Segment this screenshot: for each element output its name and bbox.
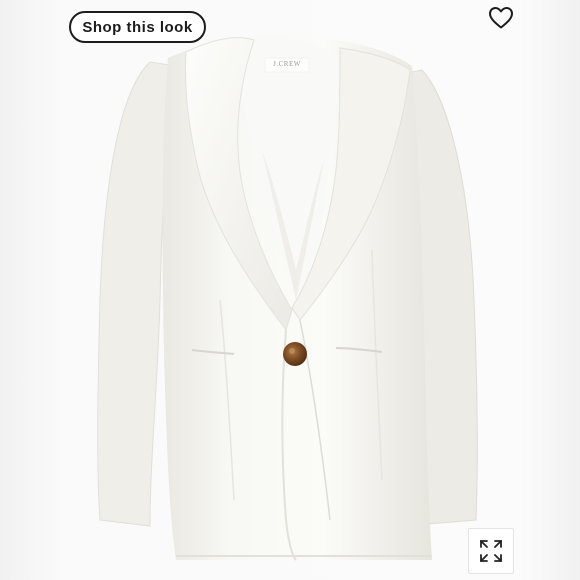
shop-this-look-button[interactable]: Shop this look: [69, 11, 206, 43]
product-image-area: J.CREW: [0, 0, 580, 580]
shop-this-look-label: Shop this look: [82, 18, 193, 36]
expand-image-button[interactable]: [468, 528, 514, 574]
blazer-product-photo: [97, 36, 478, 561]
favorite-button[interactable]: [486, 4, 516, 32]
brand-label: J.CREW: [273, 60, 301, 68]
expand-arrows-icon: [480, 540, 502, 562]
heart-outline-icon: [489, 7, 513, 29]
